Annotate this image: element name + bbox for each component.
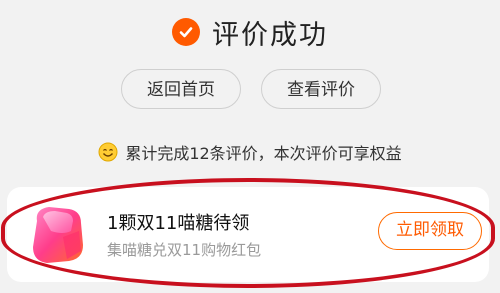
back-home-button[interactable]: 返回首页 (121, 69, 241, 109)
reward-title: 1颗双11喵糖待领 (107, 213, 250, 234)
stats-text: 累计完成12条评价，本次评价可享权益 (125, 144, 402, 163)
check-circle-icon (172, 18, 200, 46)
reward-subtitle: 集喵糖兑双11购物红包 (107, 241, 262, 259)
claim-now-button[interactable]: 立即领取 (378, 212, 482, 250)
reward-card: 1颗双11喵糖待领 集喵糖兑双11购物红包 立即领取 (7, 187, 489, 282)
success-header: 评价成功 (0, 14, 500, 51)
review-stats: 累计完成12条评价，本次评价可享权益 (0, 138, 500, 166)
view-review-button[interactable]: 查看评价 (261, 69, 381, 109)
smile-face-icon (98, 142, 118, 162)
page-title: 评价成功 (212, 19, 328, 51)
candy-gift-icon (23, 201, 93, 269)
